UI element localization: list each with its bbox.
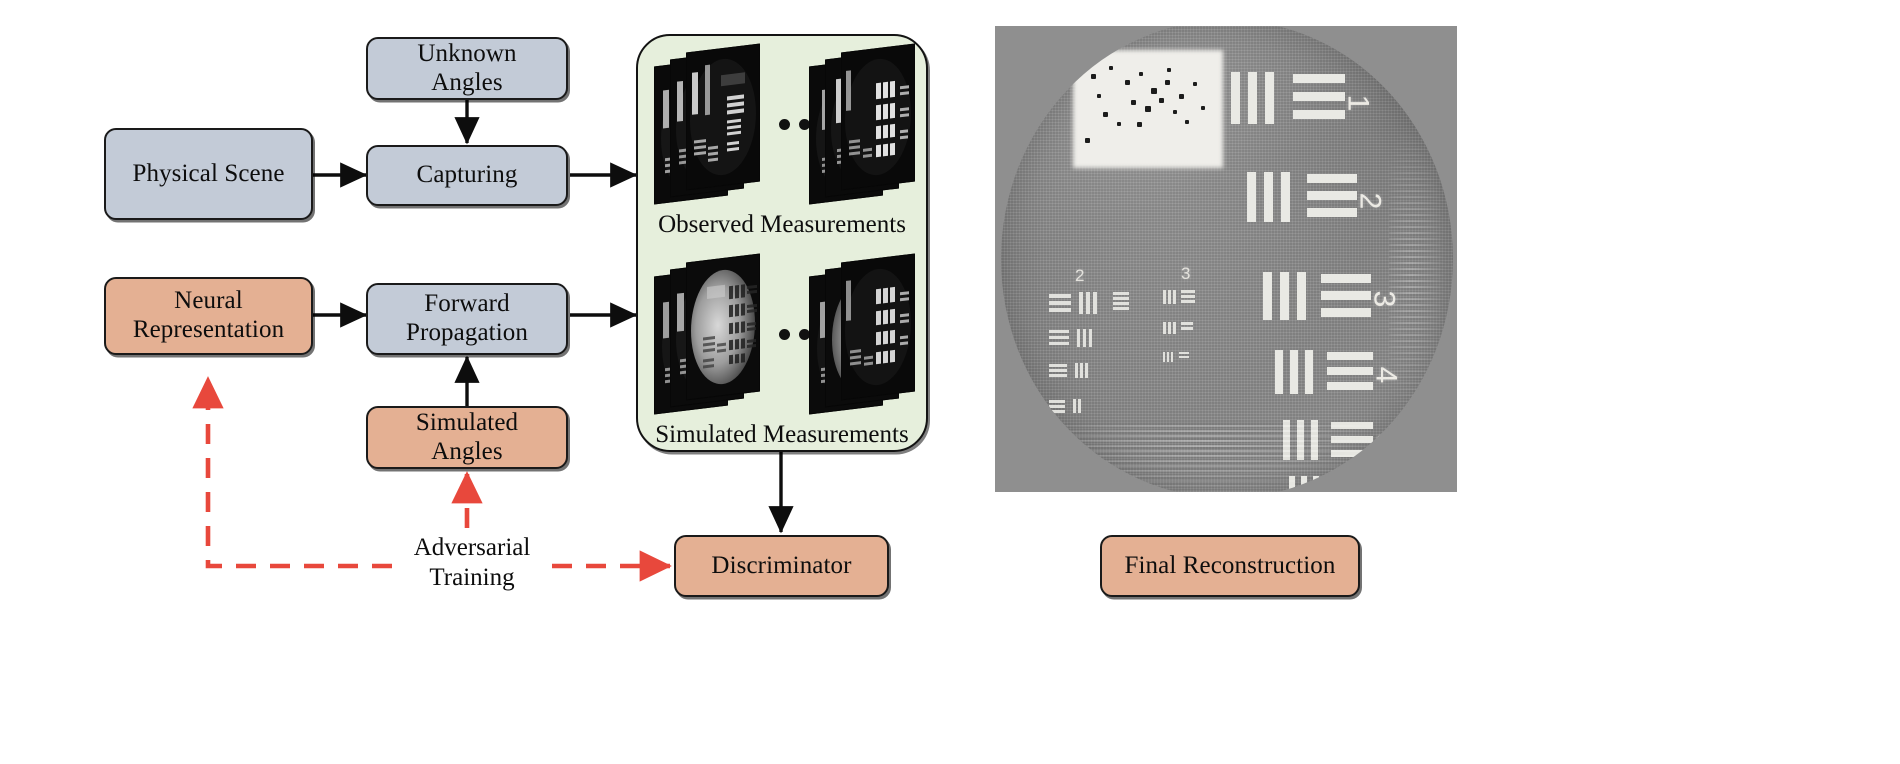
- node-discriminator-label: Discriminator: [711, 551, 852, 579]
- simulated-stack-left: [654, 253, 760, 415]
- usaf-group-number: 3: [1181, 264, 1191, 283]
- node-physical-scene[interactable]: Physical Scene: [104, 128, 313, 220]
- node-discriminator[interactable]: Discriminator: [674, 535, 889, 597]
- usaf-group-number: 2: [1075, 266, 1085, 285]
- figure-canvas: Observed Measurements Simulated Measurem…: [0, 0, 1900, 764]
- node-physical-scene-label: Physical Scene: [132, 159, 285, 187]
- node-unknown-angles-label: Unknown Angles: [417, 39, 517, 96]
- node-simulated-angles[interactable]: Simulated Angles: [366, 406, 568, 469]
- node-final-reconstruction[interactable]: Final Reconstruction: [1100, 535, 1360, 597]
- node-final-reconstruction-label: Final Reconstruction: [1124, 551, 1336, 579]
- observed-stack-right: [809, 43, 915, 205]
- simulated-stack-right: [809, 253, 915, 415]
- adversarial-training-label: Adversarial Training: [413, 534, 531, 591]
- reconstruction-disc: 1 2 3 4 5 6 2 3: [1001, 26, 1453, 492]
- measurements-panel: Observed Measurements Simulated Measurem…: [636, 34, 928, 452]
- node-capturing-label: Capturing: [416, 161, 518, 189]
- image-stack-icon: [686, 253, 760, 401]
- simulated-measurements-caption: Simulated Measurements: [655, 421, 909, 448]
- usaf-group-number: 2: [1353, 192, 1387, 210]
- image-stack-icon: [841, 43, 915, 191]
- observed-stack-left: [654, 43, 760, 205]
- image-stack-icon: [686, 43, 760, 191]
- image-stack-icon: [841, 253, 915, 401]
- node-forward-propagation[interactable]: Forward Propagation: [366, 283, 568, 355]
- node-capturing[interactable]: Capturing: [366, 145, 568, 206]
- usaf-group-number: 1: [1341, 94, 1375, 112]
- usaf-group-number: 5: [1369, 433, 1403, 451]
- reconstruction-edge-noise: [1389, 130, 1445, 420]
- final-reconstruction-image: 1 2 3 4 5 6 2 3: [995, 26, 1457, 492]
- node-simulated-angles-label: Simulated Angles: [415, 408, 519, 465]
- node-forward-propagation-label: Forward Propagation: [406, 290, 528, 346]
- node-neural-representation[interactable]: Neural Representation: [104, 277, 313, 355]
- arrow-layer: [192, 100, 794, 582]
- reconstruction-speck-field: [1073, 50, 1223, 168]
- node-unknown-angles[interactable]: Unknown Angles: [366, 37, 568, 100]
- observed-measurements-caption: Observed Measurements: [658, 211, 906, 238]
- reconstruction-bottom-artifacts: [1041, 422, 1371, 492]
- node-neural-representation-label: Neural Representation: [132, 287, 285, 343]
- dashed-arrow-adversarial-to-neural: [192, 376, 392, 569]
